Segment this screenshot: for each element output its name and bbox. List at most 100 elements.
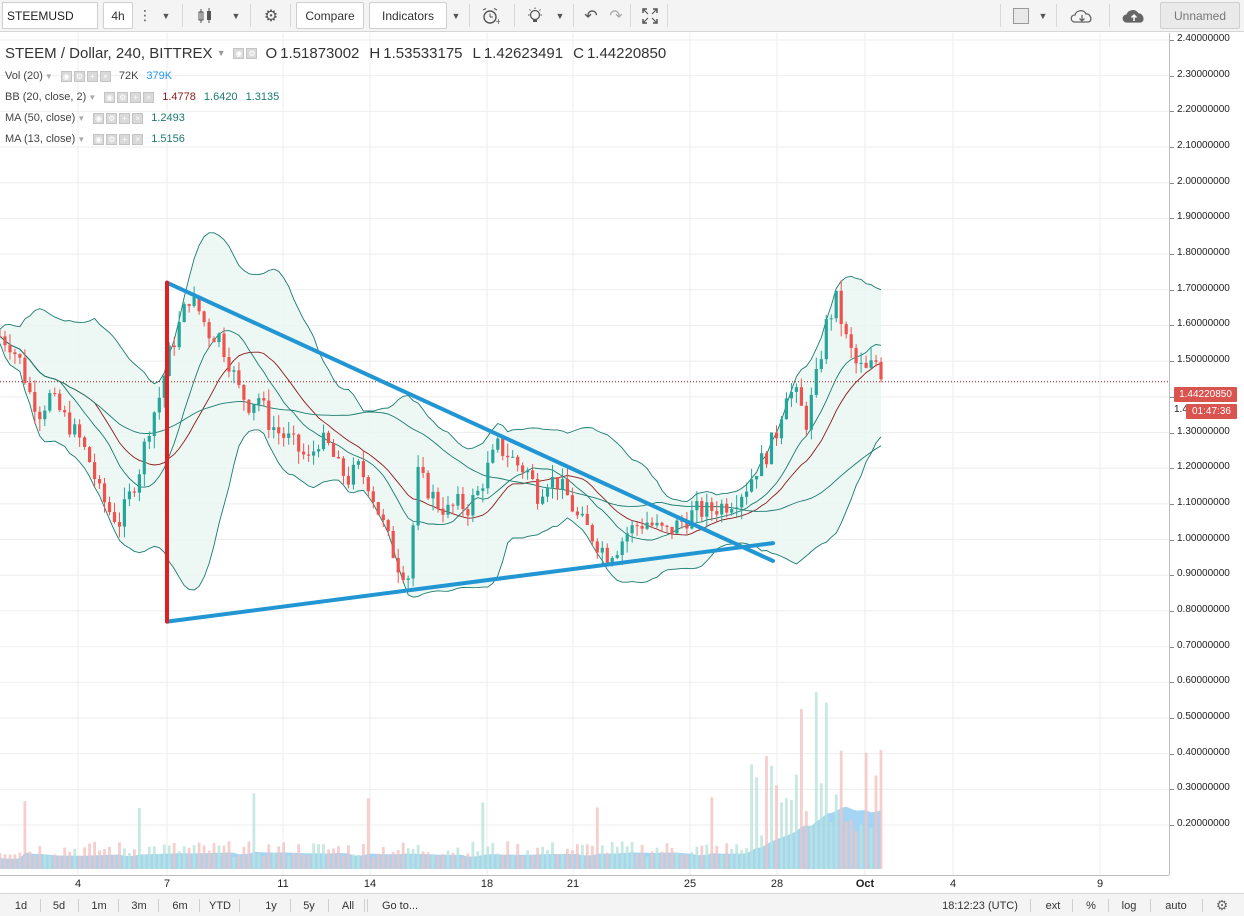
volume-bar [307,855,310,869]
series-menu-caret-icon[interactable]: ▼ [217,48,226,58]
eye-icon[interactable]: ◉ [233,47,245,59]
plus-icon[interactable]: + [119,112,131,124]
volume-legend-controls[interactable]: ◉ ⚙ + × [60,70,113,82]
volume-menu-caret-icon[interactable]: ▼ [45,72,53,81]
candle-body [122,499,126,527]
ideas-dropdown-caret-icon[interactable]: ▼ [551,2,569,29]
range-button-1y[interactable]: 1y [258,897,284,914]
cloud-download-icon[interactable] [1064,2,1100,29]
candles-icon[interactable] [190,2,220,29]
candle-body [799,387,803,406]
indicators-dropdown-caret-icon[interactable]: ▼ [447,2,465,29]
close-icon[interactable]: × [132,112,144,124]
percent-scale-toggle[interactable]: % [1078,897,1104,914]
gear-icon[interactable]: ⚙ [1208,897,1236,914]
settings-icon[interactable]: ⚙ [106,112,118,124]
auto-scale-toggle[interactable]: auto [1156,897,1196,914]
volume-bar [541,846,544,869]
settings-icon[interactable]: ⚙ [106,133,118,145]
plus-icon[interactable]: + [86,70,98,82]
ma50-legend-controls[interactable]: ◉ ⚙ + × [93,112,145,124]
eye-icon[interactable]: ◉ [93,112,105,124]
candle [182,301,186,323]
volume-bar [735,844,739,869]
indicators-button[interactable]: Indicators [369,2,447,29]
fullscreen-icon[interactable] [635,2,665,29]
range-button-3m[interactable]: 3m [126,897,152,914]
bottom-bar: 1d 5d 1m 3m 6m YTD 1y 5y All Go to... 18:12:23 (… [0,893,1244,916]
utc-clock[interactable]: 18:12:23 (UTC) [940,897,1020,914]
candle-body [43,410,47,420]
more-vertical-icon[interactable]: ⋮ [134,2,156,29]
volume-bar [486,846,490,869]
candle-body [585,513,589,525]
color-dropdown-caret-icon[interactable]: ▼ [1034,2,1052,29]
range-button-5d[interactable]: 5d [46,897,72,914]
chart-type-dropdown-caret-icon[interactable]: ▼ [227,2,245,29]
log-scale-toggle[interactable]: log [1114,897,1144,914]
candle-body [565,479,569,496]
chart-pane[interactable] [0,33,1169,875]
volume-bar [775,785,778,869]
symbol-search-input[interactable] [2,2,98,29]
time-tick-label: 9 [1096,878,1104,890]
interval-button[interactable]: 4h [103,2,133,29]
plus-icon[interactable]: + [130,91,142,103]
series-legend-controls[interactable]: ◉ ⚙ [233,47,259,59]
lightbulb-icon[interactable] [520,2,550,29]
bollinger-indicator-label[interactable]: BB (20, close, 2) [5,91,86,103]
interval-dropdown-caret-icon[interactable]: ▼ [157,2,175,29]
ma50-indicator-label[interactable]: MA (50, close) [5,112,75,124]
price-scale[interactable]: 2.40000000 2.30000000 2.20000000 2.10000000… [1169,33,1244,875]
alarm-clock-icon[interactable]: + [475,2,505,29]
candle-body [406,578,410,580]
gear-icon[interactable]: ⚙ [256,2,286,29]
candle-body [68,412,72,435]
close-icon[interactable]: × [132,133,144,145]
range-button-1m[interactable]: 1m [86,897,112,914]
volume-bar [63,847,67,869]
range-button-1d[interactable]: 1d [8,897,34,914]
redo-icon[interactable]: ↷ [601,2,631,29]
volume-indicator-label[interactable]: Vol (20) [5,70,43,82]
compare-button[interactable]: Compare [296,2,364,29]
series-title[interactable]: STEEM / Dollar, 240, BITTREX [5,45,213,62]
ma13-menu-caret-icon[interactable]: ▼ [77,135,85,144]
cloud-upload-icon[interactable] [1116,2,1152,29]
candle-body [710,502,714,511]
close-icon[interactable]: × [99,70,111,82]
eye-icon[interactable]: ◉ [60,70,72,82]
volume-bar [68,851,72,869]
range-button-5y[interactable]: 5y [296,897,322,914]
bollinger-menu-caret-icon[interactable]: ▼ [88,93,96,102]
volume-bar [675,852,679,869]
volume-bar [879,750,883,869]
range-button-all[interactable]: All [335,897,361,914]
candle-body [252,404,256,413]
bollinger-legend-controls[interactable]: ◉ ⚙ + × [104,91,156,103]
ma13-value: 1.5156 [151,133,185,145]
ma13-legend-controls[interactable]: ◉ ⚙ + × [93,133,145,145]
ma13-indicator-label[interactable]: MA (13, close) [5,133,75,145]
settings-icon[interactable]: ⚙ [73,70,85,82]
price-tick-mark [1170,789,1174,791]
price-tick-mark [1170,147,1174,149]
price-tick-label: 0.30000000 [1177,782,1230,794]
time-scale[interactable]: 4 7 11 14 18 21 25 28 Oct 4 9 [0,875,1169,893]
volume-bar [829,822,833,869]
goto-date-button[interactable]: Go to... [372,897,428,914]
volume-bar [650,851,654,869]
color-square-icon[interactable] [1006,2,1036,29]
close-icon[interactable]: × [143,91,155,103]
ma50-menu-caret-icon[interactable]: ▼ [77,114,85,123]
extended-hours-toggle[interactable]: ext [1038,897,1068,914]
range-button-ytd[interactable]: YTD [207,897,233,914]
plus-icon[interactable]: + [119,133,131,145]
settings-icon[interactable]: ⚙ [246,47,258,59]
range-button-6m[interactable]: 6m [167,897,193,914]
layout-name-button[interactable]: Unnamed [1160,2,1240,29]
volume-bar [78,855,81,869]
eye-icon[interactable]: ◉ [104,91,116,103]
eye-icon[interactable]: ◉ [93,133,105,145]
settings-icon[interactable]: ⚙ [117,91,129,103]
